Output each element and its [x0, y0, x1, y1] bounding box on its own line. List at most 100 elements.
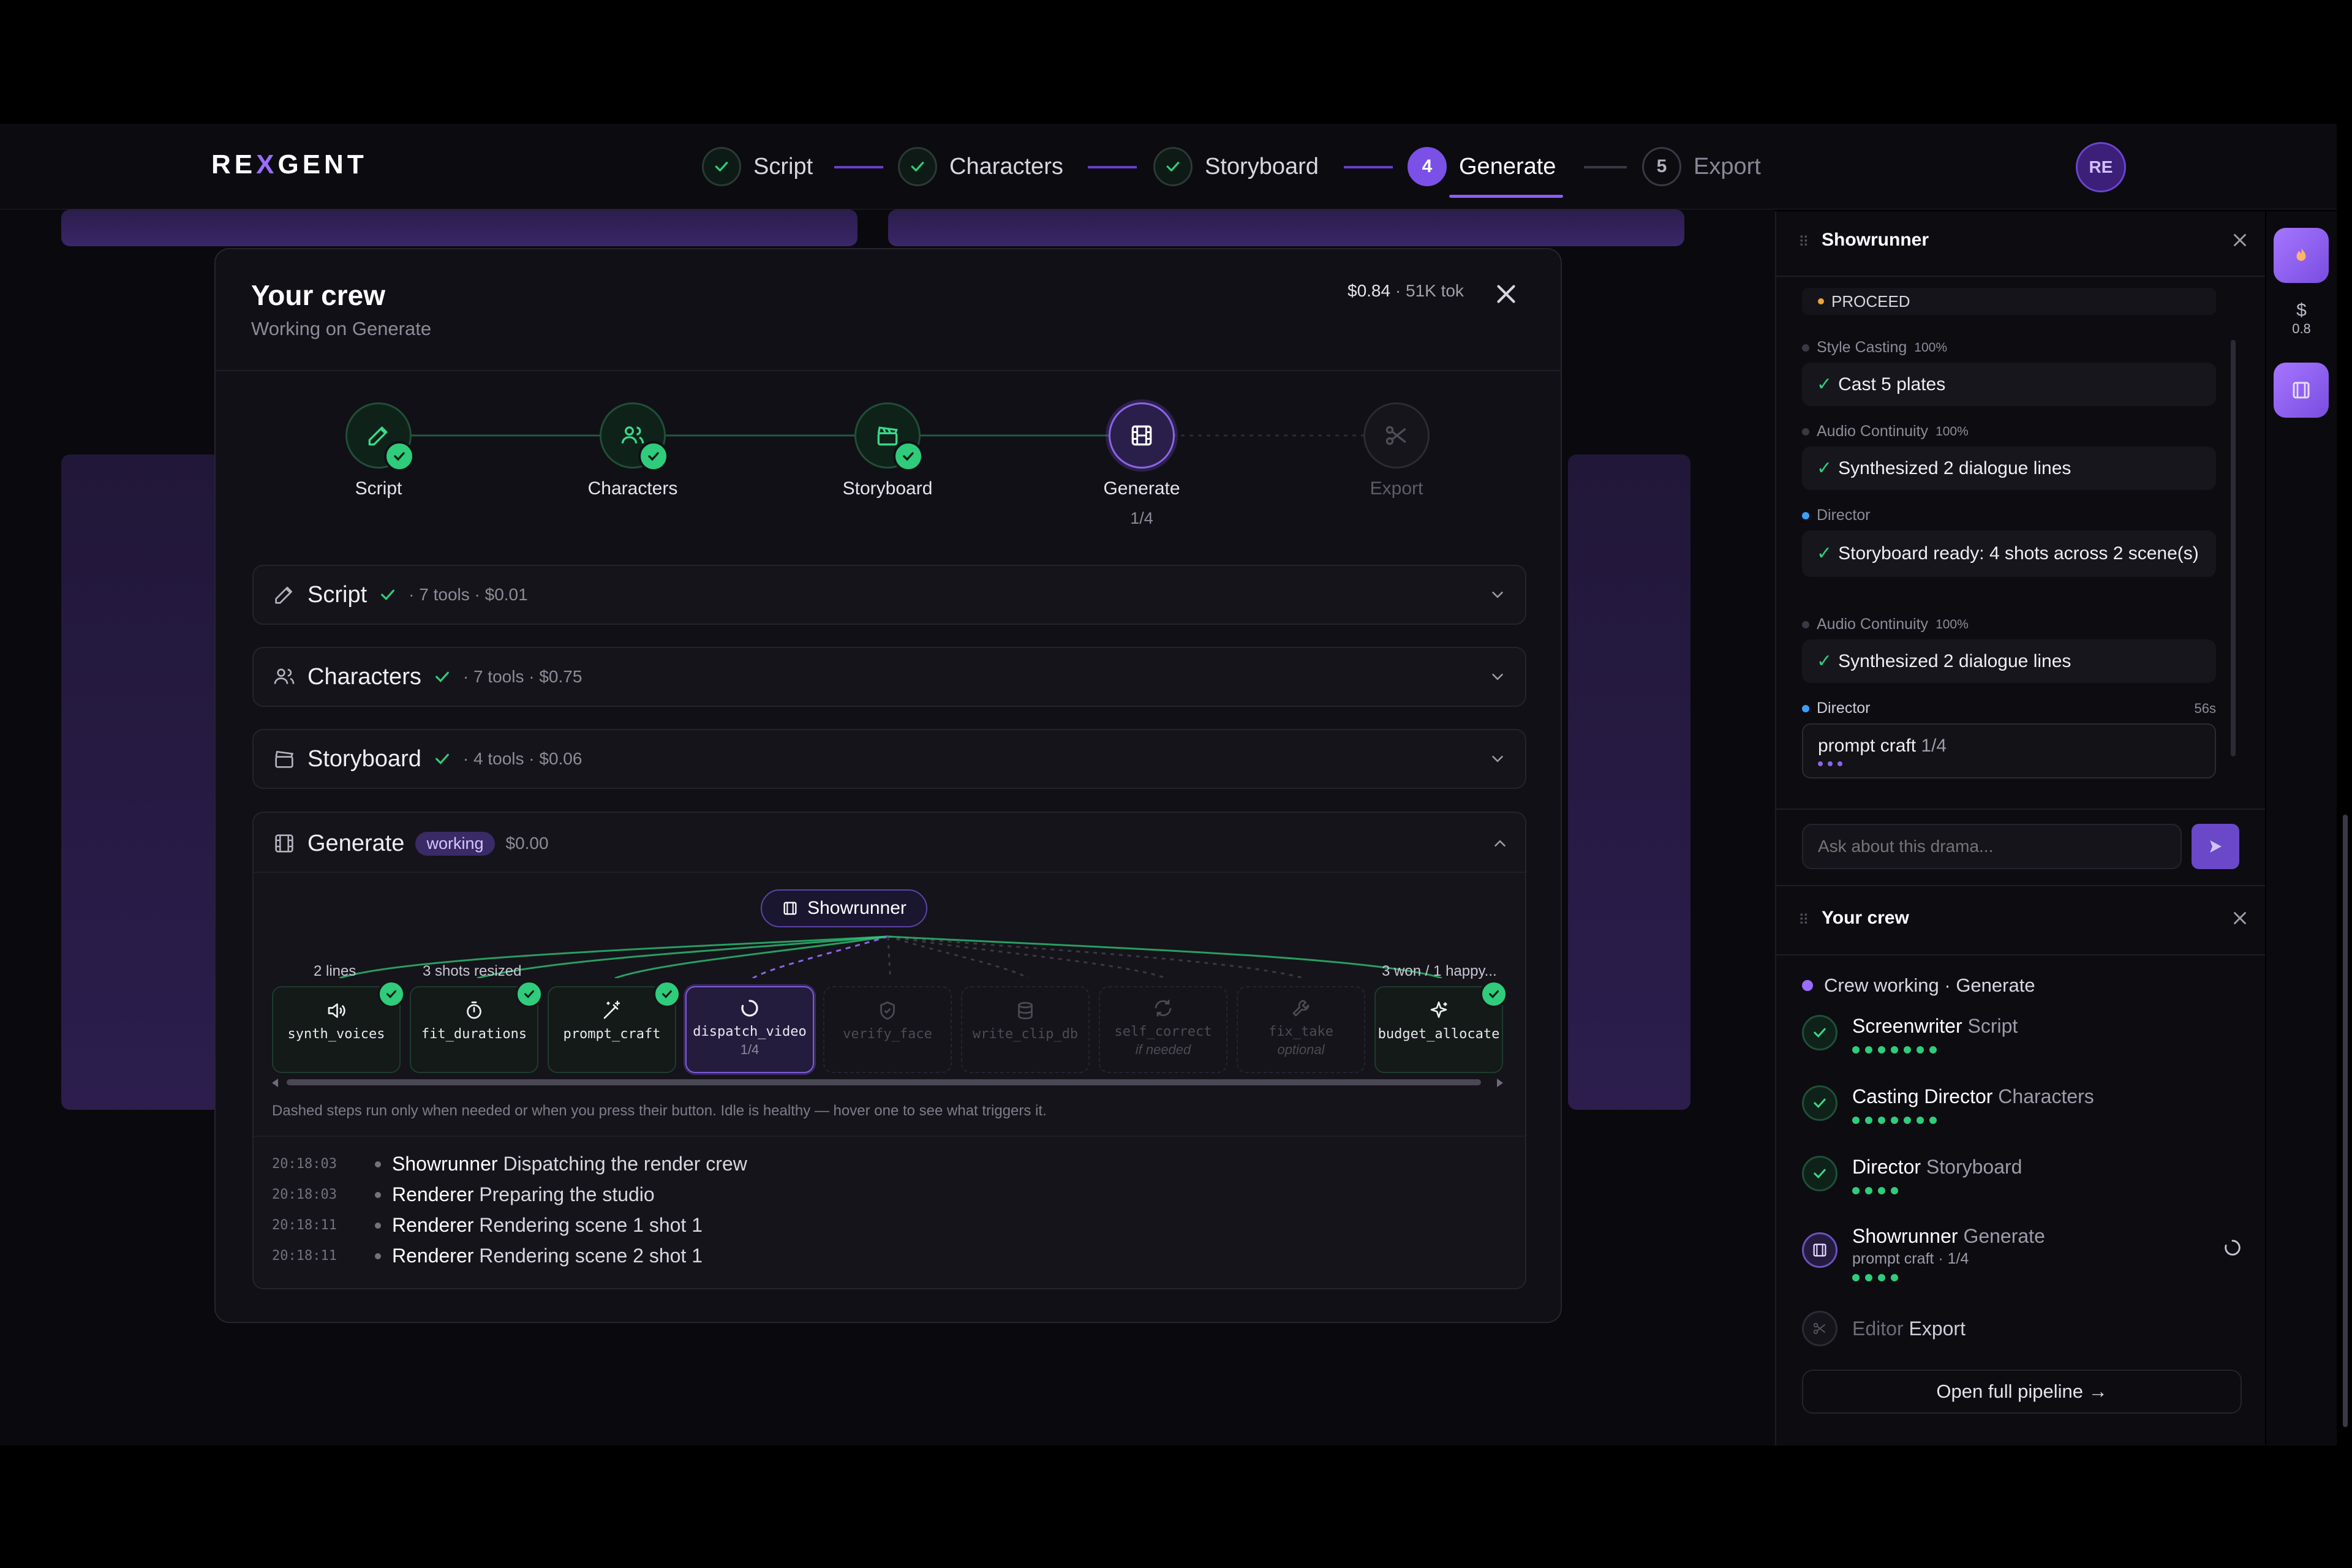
sidebar-crew-button[interactable]: [2274, 363, 2329, 418]
section-meta: · 4 tools · $0.06: [462, 749, 582, 768]
tools-scrollbar[interactable]: [272, 1076, 1503, 1088]
check-icon: [898, 147, 937, 186]
section-storyboard[interactable]: Storyboard · 4 tools · $0.06: [252, 729, 1526, 789]
section-characters[interactable]: Characters · 7 tools · $0.75: [252, 647, 1526, 707]
status-badge: working: [415, 831, 495, 856]
drag-handle-icon[interactable]: ⠿: [1798, 911, 1809, 929]
user-avatar[interactable]: RE: [2076, 142, 2126, 192]
tool-budget-allocate[interactable]: budget_allocate: [1374, 980, 1508, 1073]
nav-step-label: Export: [1694, 153, 1761, 179]
actor-dot: [1802, 620, 1809, 628]
activity-actor: Director 56s: [1802, 699, 2216, 717]
close-icon[interactable]: [1491, 279, 1521, 309]
chat-input[interactable]: [1802, 824, 2182, 869]
pipeline-step-generate[interactable]: Generate 1/4: [1080, 402, 1203, 528]
step-number: 5: [1642, 147, 1681, 186]
scrollbar-thumb[interactable]: [2231, 340, 2236, 756]
cost-value: 0.8: [2292, 321, 2311, 336]
tool-fix-take[interactable]: fix_take optional: [1237, 986, 1365, 1073]
check-icon: ✓: [1817, 651, 1833, 671]
modal-cost: $0.84 · 51K tok: [1348, 281, 1464, 300]
drag-handle-icon[interactable]: ⠿: [1798, 233, 1809, 251]
nav-connector: [1344, 166, 1393, 168]
nav-step-storyboard[interactable]: Storyboard: [1153, 142, 1319, 191]
scrollbar-thumb[interactable]: [2343, 815, 2348, 1427]
showrunner-node[interactable]: Showrunner: [761, 889, 927, 927]
actor-percent: 100%: [1936, 424, 1969, 439]
tool-fit-durations[interactable]: fit_durations: [410, 980, 543, 1073]
tool-verify-face[interactable]: verify_face: [823, 986, 952, 1073]
log-dot: [375, 1161, 381, 1167]
check-icon: ✓: [1817, 543, 1833, 564]
nav-step-script[interactable]: Script: [702, 142, 813, 191]
activity-actor: Director: [1802, 507, 1871, 524]
pipeline-step-export[interactable]: Export: [1335, 402, 1458, 499]
nav-step-export[interactable]: 5 Export: [1642, 142, 1761, 191]
wand-icon: [601, 1000, 623, 1022]
crew-member-director[interactable]: Director Storyboard: [1802, 1156, 2022, 1194]
crew-member-editor[interactable]: Editor Export: [1802, 1311, 1966, 1346]
tool-synth-voices[interactable]: synth_voices: [272, 980, 405, 1073]
tool-progress: 1/4: [740, 1042, 760, 1057]
open-pipeline-button[interactable]: Open full pipeline →: [1802, 1370, 2242, 1414]
pipeline-step-storyboard[interactable]: Storyboard: [826, 402, 949, 499]
crew-member-showrunner[interactable]: Showrunner Generate prompt craft · 1/4: [1802, 1225, 2243, 1281]
close-icon[interactable]: [2230, 230, 2250, 251]
chevron-up-icon[interactable]: [1491, 834, 1509, 853]
tool-self-correct[interactable]: self_correct if needed: [1099, 986, 1227, 1073]
log-time: 20:18:11: [272, 1218, 337, 1233]
log-time: 20:18:03: [272, 1156, 337, 1172]
users-icon: [272, 665, 296, 689]
actor-percent: 100%: [1936, 617, 1969, 631]
sidebar-flame-button[interactable]: [2274, 228, 2329, 283]
send-button[interactable]: [2192, 824, 2239, 869]
sparkle-icon: [1428, 1000, 1450, 1022]
nav-step-label: Generate: [1459, 153, 1556, 179]
sidebar-cost: $ 0.8: [2266, 300, 2337, 337]
pipeline-step-script[interactable]: Script: [317, 402, 440, 499]
bg-card: [61, 209, 858, 246]
section-header[interactable]: Generate working $0.00: [272, 825, 1509, 862]
wrench-icon: [1290, 997, 1312, 1019]
check-icon: [1153, 147, 1193, 186]
section-script[interactable]: Script · 7 tools · $0.01: [252, 565, 1526, 625]
tool-hint: if needed: [1135, 1042, 1191, 1057]
scroll-left-icon[interactable]: [272, 1079, 278, 1087]
tool-name: synth_voices: [287, 1027, 385, 1042]
nav-step-characters[interactable]: Characters: [898, 142, 1063, 191]
tools-hint: Dashed steps run only when needed or whe…: [272, 1102, 1047, 1119]
film-icon: [782, 900, 799, 917]
tool-prompt-craft[interactable]: prompt_craft: [548, 980, 681, 1073]
scissors-icon: [1802, 1311, 1838, 1346]
window-scrollbar[interactable]: [2341, 123, 2350, 1446]
typing-indicator: [1818, 761, 2200, 766]
right-panel: ⠿ Showrunner PROCEED Style Casting 100% ✓…: [1775, 211, 2265, 1446]
chevron-down-icon[interactable]: [1488, 586, 1507, 604]
chevron-down-icon[interactable]: [1488, 750, 1507, 768]
check-icon: ✓: [1817, 458, 1833, 478]
divider: [1776, 954, 2265, 956]
pencil-icon: [345, 402, 415, 472]
step-number: 4: [1408, 147, 1447, 186]
scroll-right-icon[interactable]: [1497, 1079, 1503, 1087]
crew-member-casting-director[interactable]: Casting Director Characters: [1802, 1085, 2094, 1124]
crew-member-screenwriter[interactable]: Screenwriter Script: [1802, 1015, 2018, 1054]
tool-write-clip-db[interactable]: write_clip_db: [961, 986, 1090, 1073]
message-text: Cast 5 plates: [1838, 374, 1946, 394]
app-logo[interactable]: REXGENT: [211, 149, 368, 180]
tool-name: dispatch_video: [693, 1024, 807, 1039]
section-cost: $0.00: [505, 834, 549, 853]
chat-scrollbar[interactable]: [2230, 297, 2237, 787]
tool-dispatch-video[interactable]: dispatch_video 1/4: [685, 986, 814, 1073]
scrollbar-thumb[interactable]: [287, 1079, 1481, 1085]
nav-step-label: Script: [753, 153, 813, 179]
log-actor: Renderer: [392, 1183, 474, 1205]
activity-actor: Audio Continuity 100%: [1802, 616, 1969, 633]
nav-step-generate[interactable]: 4 Generate: [1408, 142, 1556, 191]
close-icon[interactable]: [2230, 908, 2250, 929]
pipeline-step-characters[interactable]: Characters: [571, 402, 694, 499]
log-row: 20:18:11 Renderer Rendering scene 2 shot…: [272, 1245, 703, 1267]
check-icon: [1802, 1015, 1838, 1050]
log-text: Dispatching the render crew: [503, 1153, 747, 1175]
chevron-down-icon[interactable]: [1488, 668, 1507, 686]
